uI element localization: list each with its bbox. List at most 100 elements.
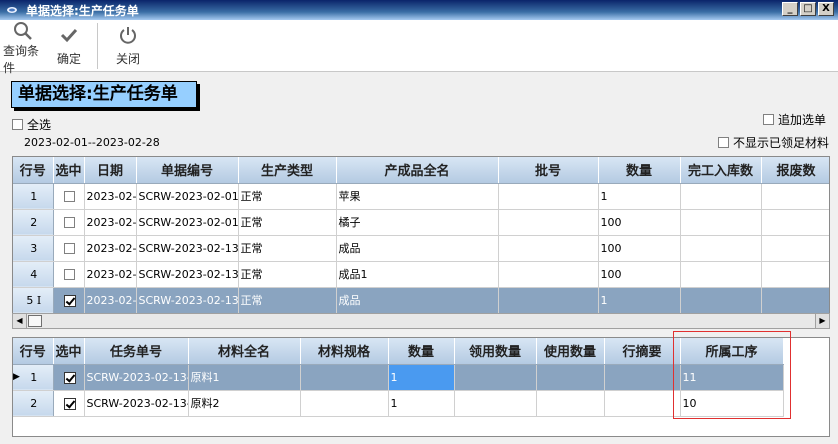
cell-used-qty[interactable]: [454, 364, 537, 391]
cell-consumed-qty[interactable]: [536, 390, 605, 417]
cell-finished-qty[interactable]: [680, 261, 762, 288]
cell-quantity[interactable]: 1: [388, 364, 455, 391]
col-header[interactable]: 领用数量: [454, 338, 537, 365]
cell-quantity[interactable]: 1: [598, 287, 681, 313]
cell-scrap-qty[interactable]: [761, 183, 829, 210]
cell-production-type[interactable]: 正常: [238, 261, 337, 288]
cell-product-name[interactable]: 成品: [336, 235, 499, 262]
checked-checkbox[interactable]: [63, 371, 76, 384]
close-button[interactable]: 关闭: [108, 20, 148, 71]
table-row[interactable]: 2 2023-02- SCRW-2023-02-01-0 正常 橘子 100: [13, 209, 829, 236]
row-select-checkbox[interactable]: [53, 390, 85, 417]
checkbox-box[interactable]: [12, 119, 23, 130]
cell-material-name[interactable]: 原料1: [188, 364, 301, 391]
cell-line-memo[interactable]: [604, 364, 681, 391]
col-header[interactable]: 使用数量: [536, 338, 605, 365]
col-header[interactable]: 行号: [13, 157, 54, 184]
cell-quantity[interactable]: 1: [598, 183, 681, 210]
checkbox-box[interactable]: [763, 114, 774, 125]
confirm-button[interactable]: 确定: [49, 20, 89, 71]
row-select-checkbox[interactable]: [53, 287, 85, 313]
cell-batch[interactable]: [498, 287, 599, 313]
col-header[interactable]: 任务单号: [84, 338, 189, 365]
checkbox-box[interactable]: [718, 137, 729, 148]
checked-checkbox[interactable]: [63, 294, 76, 307]
col-header[interactable]: 行摘要: [604, 338, 681, 365]
cell-quantity[interactable]: 1: [388, 390, 455, 417]
cell-material-spec[interactable]: [300, 390, 389, 417]
cell-bill-number[interactable]: SCRW-2023-02-13-0: [136, 235, 239, 262]
horizontal-scrollbar[interactable]: ◀ ▶: [12, 313, 830, 329]
col-header[interactable]: 选中: [53, 338, 85, 365]
cell-quantity[interactable]: 100: [598, 235, 681, 262]
col-header[interactable]: 产成品全名: [336, 157, 499, 184]
scroll-right-icon[interactable]: ▶: [815, 314, 829, 328]
cell-bill-number[interactable]: SCRW-2023-02-13-0: [136, 287, 239, 313]
row-select-checkbox[interactable]: [53, 261, 85, 288]
append-selection-checkbox[interactable]: 追加选单: [763, 111, 826, 128]
col-header[interactable]: 行号: [13, 338, 54, 365]
cell-bill-number[interactable]: SCRW-2023-02-13-0: [136, 261, 239, 288]
cell-task-number[interactable]: SCRW-2023-02-13-0: [84, 364, 189, 391]
col-header[interactable]: 数量: [388, 338, 455, 365]
cell-production-type[interactable]: 正常: [238, 235, 337, 262]
cell-product-name[interactable]: 橘子: [336, 209, 499, 236]
cell-scrap-qty[interactable]: [761, 235, 829, 262]
cell-material-spec[interactable]: [300, 364, 389, 391]
cell-scrap-qty[interactable]: [761, 209, 829, 236]
cell-product-name[interactable]: 苹果: [336, 183, 499, 210]
cell-line-memo[interactable]: [604, 390, 681, 417]
cell-production-type[interactable]: 正常: [238, 287, 337, 313]
cell-batch[interactable]: [498, 209, 599, 236]
col-header[interactable]: 数量: [598, 157, 681, 184]
col-header[interactable]: 生产类型: [238, 157, 337, 184]
row-select-checkbox[interactable]: [53, 183, 85, 210]
col-header[interactable]: 材料全名: [188, 338, 301, 365]
row-select-checkbox[interactable]: [53, 364, 85, 391]
row-select-checkbox[interactable]: [53, 235, 85, 262]
scroll-thumb[interactable]: [28, 315, 42, 327]
table-row[interactable]: 2 SCRW-2023-02-13-0 原料2 1 10: [13, 390, 784, 417]
cell-task-number[interactable]: SCRW-2023-02-13-0: [84, 390, 189, 417]
table-row-selected[interactable]: ▶ 1 SCRW-2023-02-13-0 原料1 1 11: [13, 364, 784, 391]
cell-used-qty[interactable]: [454, 390, 537, 417]
col-header[interactable]: 选中: [53, 157, 85, 184]
maximize-button[interactable]: □: [800, 2, 816, 16]
cell-date[interactable]: 2023-02-: [84, 209, 137, 236]
table-row[interactable]: 4 2023-02- SCRW-2023-02-13-0 正常 成品1 100: [13, 261, 829, 288]
select-all-checkbox[interactable]: 全选: [12, 116, 51, 133]
cell-production-type[interactable]: 正常: [238, 209, 337, 236]
cell-material-name[interactable]: 原料2: [188, 390, 301, 417]
col-header[interactable]: 单据编号: [136, 157, 239, 184]
minimize-button[interactable]: _: [782, 2, 798, 16]
cell-quantity[interactable]: 100: [598, 261, 681, 288]
cell-product-name[interactable]: 成品: [336, 287, 499, 313]
col-header[interactable]: 材料规格: [300, 338, 389, 365]
cell-quantity[interactable]: 100: [598, 209, 681, 236]
cell-finished-qty[interactable]: [680, 287, 762, 313]
scroll-left-icon[interactable]: ◀: [13, 314, 27, 328]
cell-bill-number[interactable]: SCRW-2023-02-01-0: [136, 209, 239, 236]
checked-checkbox[interactable]: [63, 397, 76, 410]
cell-batch[interactable]: [498, 183, 599, 210]
cell-date[interactable]: 2023-02-: [84, 183, 137, 210]
cell-date[interactable]: 2023-02-: [84, 287, 137, 313]
cell-finished-qty[interactable]: [680, 183, 762, 210]
cell-consumed-qty[interactable]: [536, 364, 605, 391]
cell-scrap-qty[interactable]: [761, 261, 829, 288]
close-window-button[interactable]: X: [818, 2, 834, 16]
hide-fulfilled-checkbox[interactable]: 不显示已领足材料: [718, 134, 829, 151]
cell-bill-number[interactable]: SCRW-2023-02-01-0: [136, 183, 239, 210]
cell-product-name[interactable]: 成品1: [336, 261, 499, 288]
cell-batch[interactable]: [498, 261, 599, 288]
cell-production-type[interactable]: 正常: [238, 183, 337, 210]
cell-finished-qty[interactable]: [680, 235, 762, 262]
cell-batch[interactable]: [498, 235, 599, 262]
row-select-checkbox[interactable]: [53, 209, 85, 236]
cell-scrap-qty[interactable]: [761, 287, 829, 313]
query-conditions-button[interactable]: 查询条件: [3, 20, 43, 75]
table-row[interactable]: 3 2023-02- SCRW-2023-02-13-0 正常 成品 100: [13, 235, 829, 262]
col-header[interactable]: 报废数: [761, 157, 829, 184]
cell-date[interactable]: 2023-02-: [84, 261, 137, 288]
table-row-selected[interactable]: 5 I 2023-02- SCRW-2023-02-13-0 正常 成品 1: [13, 287, 829, 313]
